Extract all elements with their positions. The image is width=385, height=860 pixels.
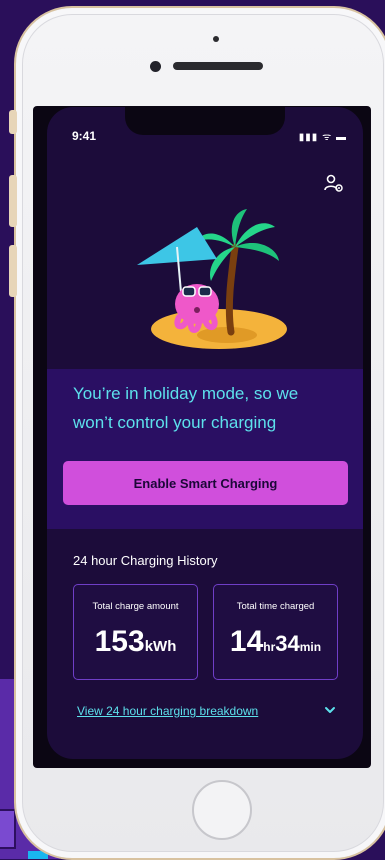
total-charge-label: Total charge amount (92, 601, 179, 612)
charging-breakdown-link[interactable]: View 24 hour charging breakdown (77, 704, 258, 718)
notch (125, 107, 285, 135)
phone-sensor (213, 36, 219, 42)
mute-switch (9, 110, 17, 134)
total-charge-card: Total charge amount 153kWh (73, 584, 198, 680)
total-time-minutes: 34 (275, 631, 300, 656)
total-time-hr-unit: hr (263, 640, 276, 654)
holiday-mode-message: You’re in holiday mode, so we won’t cont… (73, 384, 299, 432)
charging-history-title: 24 hour Charging History (73, 553, 218, 568)
total-time-label: Total time charged (236, 601, 315, 612)
total-time-card: Total time charged 14hr34min (213, 584, 338, 680)
total-time-value: 14hr34min (214, 625, 337, 659)
status-time: 9:41 (72, 129, 97, 143)
status-icons: ▮▮▮ ᯤ ▬ (298, 132, 347, 143)
app-screen: 9:41 ▮▮▮ ᯤ ▬ You’re in holiday mode, so … (47, 107, 363, 759)
enable-smart-charging-button[interactable]: Enable Smart Charging (63, 461, 348, 505)
holiday-illustration (137, 209, 287, 349)
volume-down-button (9, 245, 17, 297)
total-time-hours: 14 (229, 625, 264, 658)
total-time-min-unit: min (299, 640, 322, 654)
background-window-icon (0, 809, 16, 849)
total-charge-unit: kWh (144, 638, 177, 655)
total-charge-value: 153kWh (74, 625, 197, 659)
front-camera (150, 61, 161, 72)
home-button[interactable] (192, 780, 252, 840)
total-charge-number: 153 (94, 625, 145, 658)
earpiece-speaker (173, 62, 263, 70)
volume-up-button (9, 175, 17, 227)
chevron-down-icon[interactable] (323, 703, 337, 717)
profile-settings-icon[interactable] (323, 173, 345, 195)
